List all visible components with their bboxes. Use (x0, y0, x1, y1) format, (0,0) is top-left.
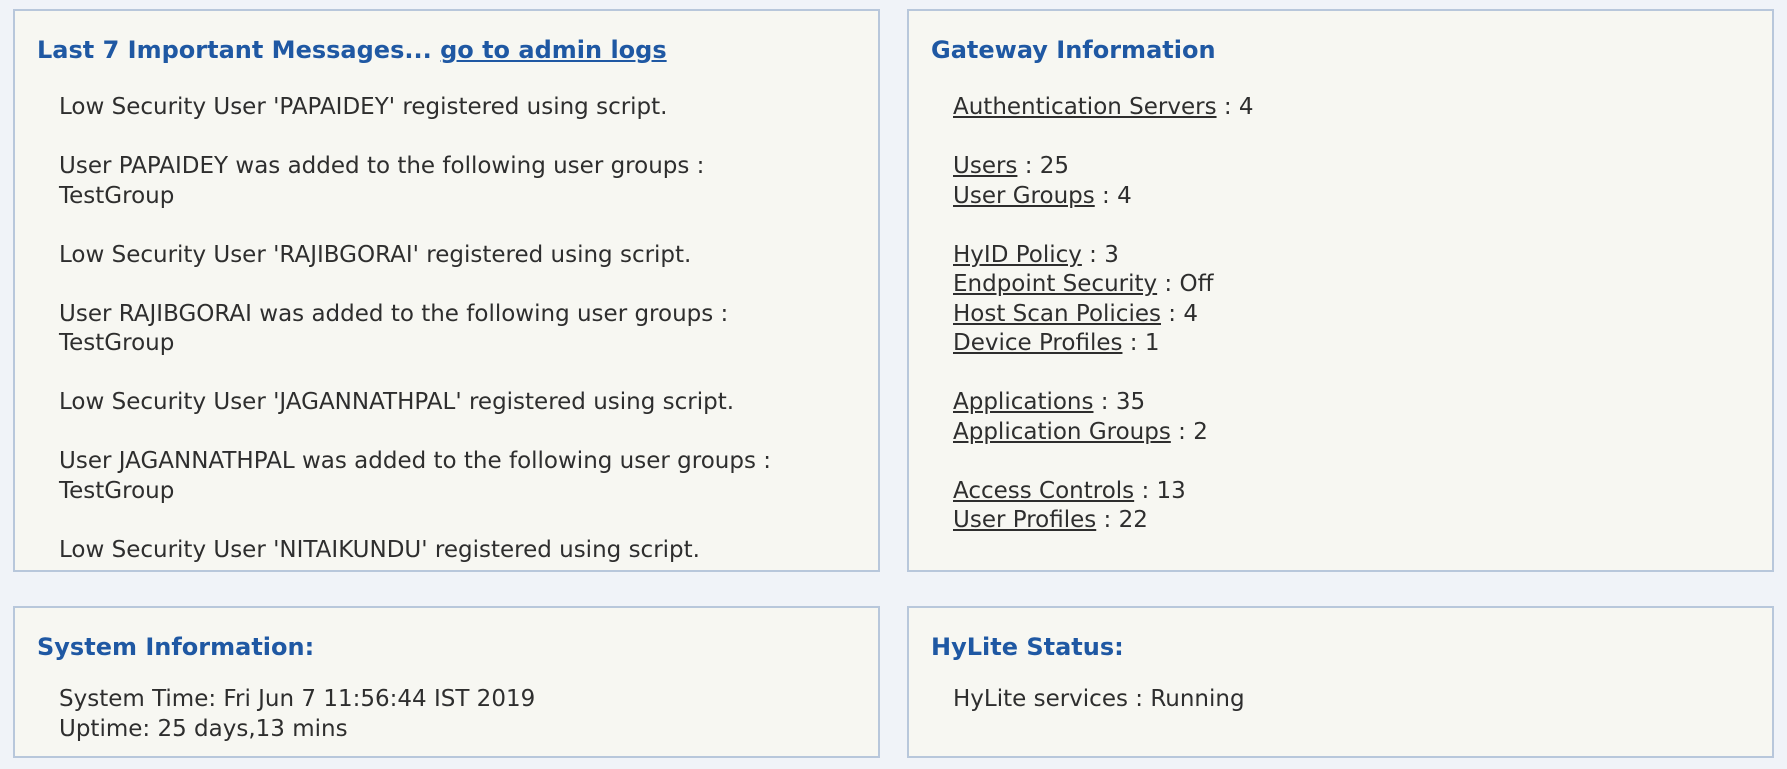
gateway-info-value: : 4 (1216, 94, 1254, 120)
system-uptime: Uptime: 25 days,13 mins (59, 715, 348, 742)
gateway-info-row: Authentication Servers : 4 (953, 93, 1254, 123)
message-item: User PAPAIDEY was added to the following… (59, 152, 859, 211)
message-line: Low Security User 'RAJIBGORAI' registere… (59, 241, 692, 268)
admin-logs-link[interactable]: go to admin logs (440, 36, 667, 64)
gateway-info-row: Host Scan Policies : 4 (953, 300, 1254, 330)
hylite-panel-title: HyLite Status: (931, 633, 1124, 661)
message-item: User JAGANNATHPAL was added to the follo… (59, 447, 859, 506)
message-line: User RAJIBGORAI was added to the followi… (59, 300, 729, 327)
message-line: Low Security User 'NITAIKUNDU' registere… (59, 536, 700, 563)
gateway-panel: Gateway Information Authentication Serve… (907, 9, 1774, 572)
messages-panel: Last 7 Important Messages... go to admin… (13, 9, 880, 572)
system-time: System Time: Fri Jun 7 11:56:44 IST 2019 (59, 686, 536, 712)
gateway-panel-title: Gateway Information (931, 36, 1216, 64)
gateway-info-value: : 4 (1160, 300, 1198, 327)
gateway-info-value: : 3 (1081, 241, 1119, 268)
system-panel: System Information: System Time: Fri Jun… (13, 606, 880, 758)
gateway-info-value: : 13 (1134, 477, 1186, 504)
message-line: User JAGANNATHPAL was added to the follo… (59, 448, 772, 474)
gateway-info-row: Endpoint Security : Off (953, 270, 1254, 300)
gateway-info-link[interactable]: Endpoint Security (953, 271, 1157, 297)
gateway-info-link[interactable]: User Profiles (953, 507, 1096, 533)
gateway-info-link[interactable]: Applications (953, 389, 1094, 415)
gateway-info-group: Authentication Servers : 4 (953, 93, 1254, 123)
gateway-info-row: Users : 25 (953, 152, 1254, 182)
gateway-info-row: Applications : 35 (953, 388, 1254, 418)
hylite-info: HyLite services : Running (953, 685, 1245, 715)
gateway-info-link[interactable]: Host Scan Policies (953, 301, 1161, 327)
gateway-info-link[interactable]: Users (953, 153, 1017, 179)
gateway-info-link[interactable]: Authentication Servers (953, 94, 1217, 120)
message-item: Low Security User 'JAGANNATHPAL' registe… (59, 388, 859, 418)
gateway-info-value: : 2 (1170, 418, 1208, 445)
messages-title-text: Last 7 Important Messages... (37, 36, 432, 64)
gateway-info-value: : 25 (1017, 153, 1070, 179)
gateway-info-link[interactable]: Application Groups (953, 419, 1171, 445)
gateway-info-list: Authentication Servers : 4 Users : 25 User… (953, 93, 1254, 565)
gateway-info-row: Device Profiles : 1 (953, 329, 1254, 359)
system-panel-title: System Information: (37, 633, 315, 661)
message-line-continued: TestGroup (59, 477, 175, 504)
message-line: Low Security User 'JAGANNATHPAL' registe… (59, 389, 735, 415)
gateway-info-link[interactable]: HyID Policy (953, 242, 1082, 268)
gateway-info-link[interactable]: Access Controls (953, 478, 1134, 504)
gateway-info-row: Application Groups : 2 (953, 418, 1254, 448)
message-line: User PAPAIDEY was added to the following… (59, 153, 705, 179)
messages-panel-title: Last 7 Important Messages... go to admin… (37, 35, 667, 65)
gateway-info-value: : 35 (1093, 389, 1146, 415)
message-line-continued: TestGroup (59, 330, 175, 356)
gateway-info-value: : 1 (1122, 330, 1160, 356)
message-item: Low Security User 'RAJIBGORAI' registere… (59, 241, 859, 271)
gateway-info-group: Access Controls : 13 User Profiles : 22 (953, 477, 1254, 536)
gateway-info-row: HyID Policy : 3 (953, 241, 1254, 271)
gateway-info-link[interactable]: User Groups (953, 183, 1095, 209)
hylite-panel: HyLite Status: HyLite services : Running (907, 606, 1774, 758)
gateway-info-value: : 22 (1096, 507, 1148, 533)
gateway-info-row: User Profiles : 22 (953, 506, 1254, 536)
gateway-info-value: : Off (1157, 271, 1214, 297)
message-line: Low Security User 'PAPAIDEY' registered … (59, 94, 668, 120)
gateway-info-row: Access Controls : 13 (953, 477, 1254, 507)
gateway-info-row: User Groups : 4 (953, 182, 1254, 212)
gateway-info-value: : 4 (1094, 182, 1132, 209)
message-line-continued: TestGroup (59, 182, 175, 209)
message-list: Low Security User 'PAPAIDEY' registered … (59, 93, 859, 565)
gateway-info-group: Users : 25 User Groups : 4 (953, 152, 1254, 211)
message-item: Low Security User 'PAPAIDEY' registered … (59, 93, 859, 123)
message-item: User RAJIBGORAI was added to the followi… (59, 300, 859, 359)
message-item: Low Security User 'NITAIKUNDU' registere… (59, 536, 859, 566)
gateway-info-group: Applications : 35 Application Groups : 2 (953, 388, 1254, 447)
gateway-info-link[interactable]: Device Profiles (953, 330, 1122, 356)
hylite-services-status: HyLite services : Running (953, 686, 1245, 712)
gateway-info-group: HyID Policy : 3 Endpoint Security : Off Ho… (953, 241, 1254, 359)
system-info: System Time: Fri Jun 7 11:56:44 IST 2019… (59, 685, 535, 744)
